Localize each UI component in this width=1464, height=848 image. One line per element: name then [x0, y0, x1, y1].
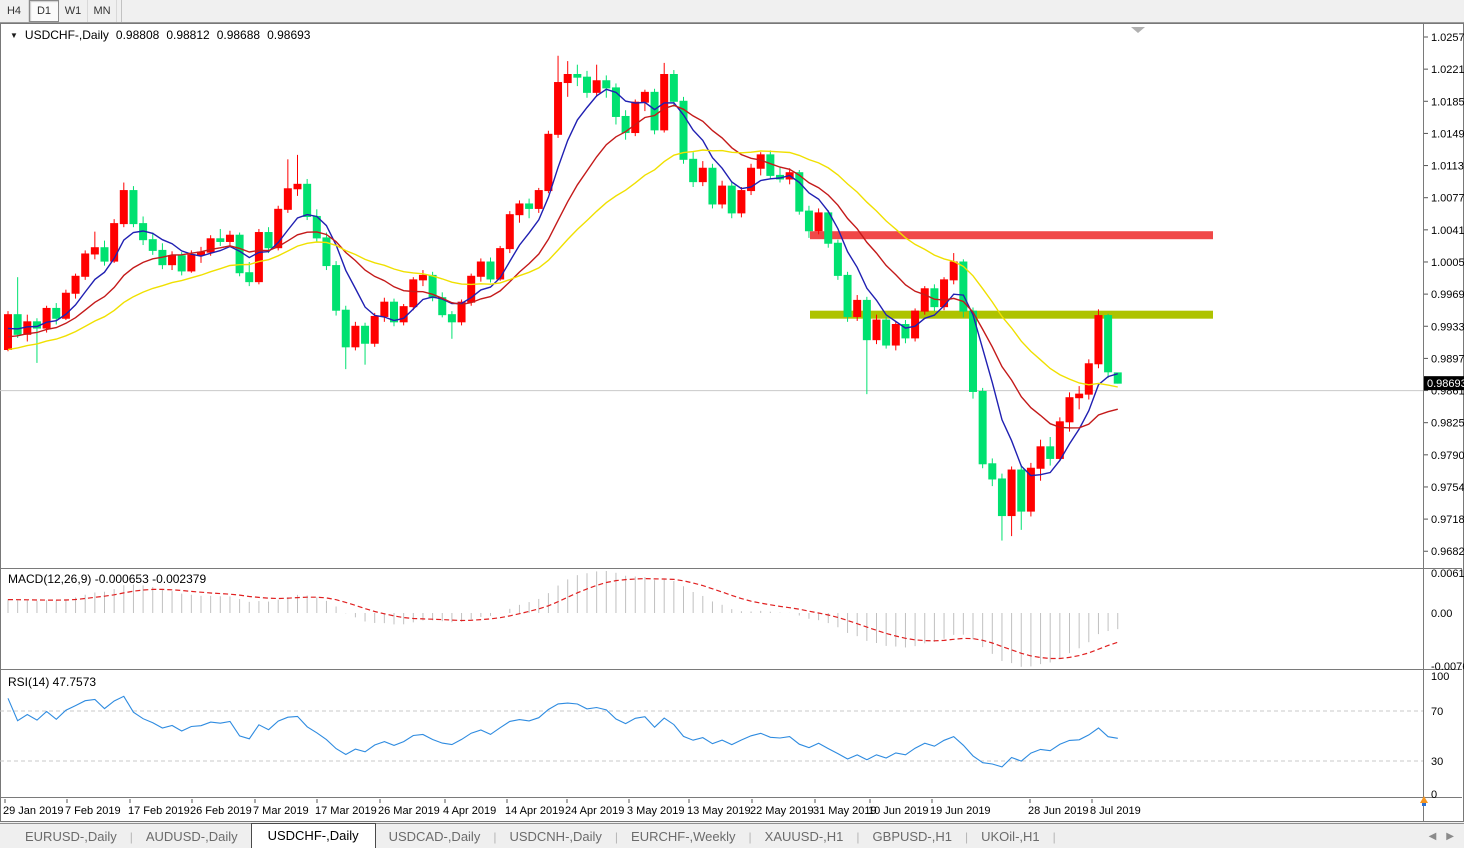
tab-xauusd-h1[interactable]: XAUUSD-,H1	[752, 825, 857, 848]
tab-scroll-arrows: ◀▶	[1429, 832, 1464, 848]
tab-ukoil-h1[interactable]: UKOil-,H1	[968, 825, 1053, 848]
period-toolbar: H4D1W1MN	[0, 0, 1464, 23]
ohlc-low: 0.98688	[217, 28, 260, 42]
period-button-d1[interactable]: D1	[29, 0, 59, 22]
chart-window[interactable]	[0, 23, 1464, 822]
tab-gbpusd-h1[interactable]: GBPUSD-,H1	[860, 825, 965, 848]
tab-usdcad-daily[interactable]: USDCAD-,Daily	[376, 825, 494, 848]
tab-usdcnh-daily[interactable]: USDCNH-,Daily	[496, 825, 614, 848]
macd-indicator-label: MACD(12,26,9) -0.000653 -0.002379	[8, 572, 206, 586]
period-button-h4[interactable]: H4	[0, 0, 29, 22]
chart-tab-bar: EURUSD-,Daily | AUDUSD-,DailyUSDCHF-,Daily…	[0, 823, 1464, 848]
period-button-w1[interactable]: W1	[59, 0, 88, 22]
tab-scroll-right-icon[interactable]: ▶	[1446, 832, 1454, 842]
chart-symbol-label: USDCHF-,Daily	[25, 28, 109, 42]
tab-eurchf-weekly[interactable]: EURCHF-,Weekly	[618, 825, 749, 848]
mt4-terminal: H4D1W1MN ▼ USDCHF-,Daily 0.98808 0.98812…	[0, 0, 1464, 848]
ohlc-high: 0.98812	[166, 28, 209, 42]
toolbar-separator	[117, 0, 122, 22]
tab-scroll-left-icon[interactable]: ◀	[1429, 832, 1437, 842]
period-button-mn[interactable]: MN	[88, 0, 117, 22]
ohlc-open: 0.98808	[116, 28, 159, 42]
tab-separator: |	[1053, 830, 1056, 848]
chart-title: ▼ USDCHF-,Daily 0.98808 0.98812 0.98688 …	[10, 28, 310, 42]
window-menu-icon[interactable]: ▼	[10, 31, 18, 40]
tab-eurusd-daily[interactable]: EURUSD-,Daily	[12, 825, 130, 848]
ohlc-close: 0.98693	[267, 28, 310, 42]
tab-audusd-daily[interactable]: AUDUSD-,Daily	[133, 825, 251, 848]
rsi-indicator-label: RSI(14) 47.7573	[8, 675, 96, 689]
tab-usdchf-daily[interactable]: USDCHF-,Daily	[251, 823, 376, 848]
